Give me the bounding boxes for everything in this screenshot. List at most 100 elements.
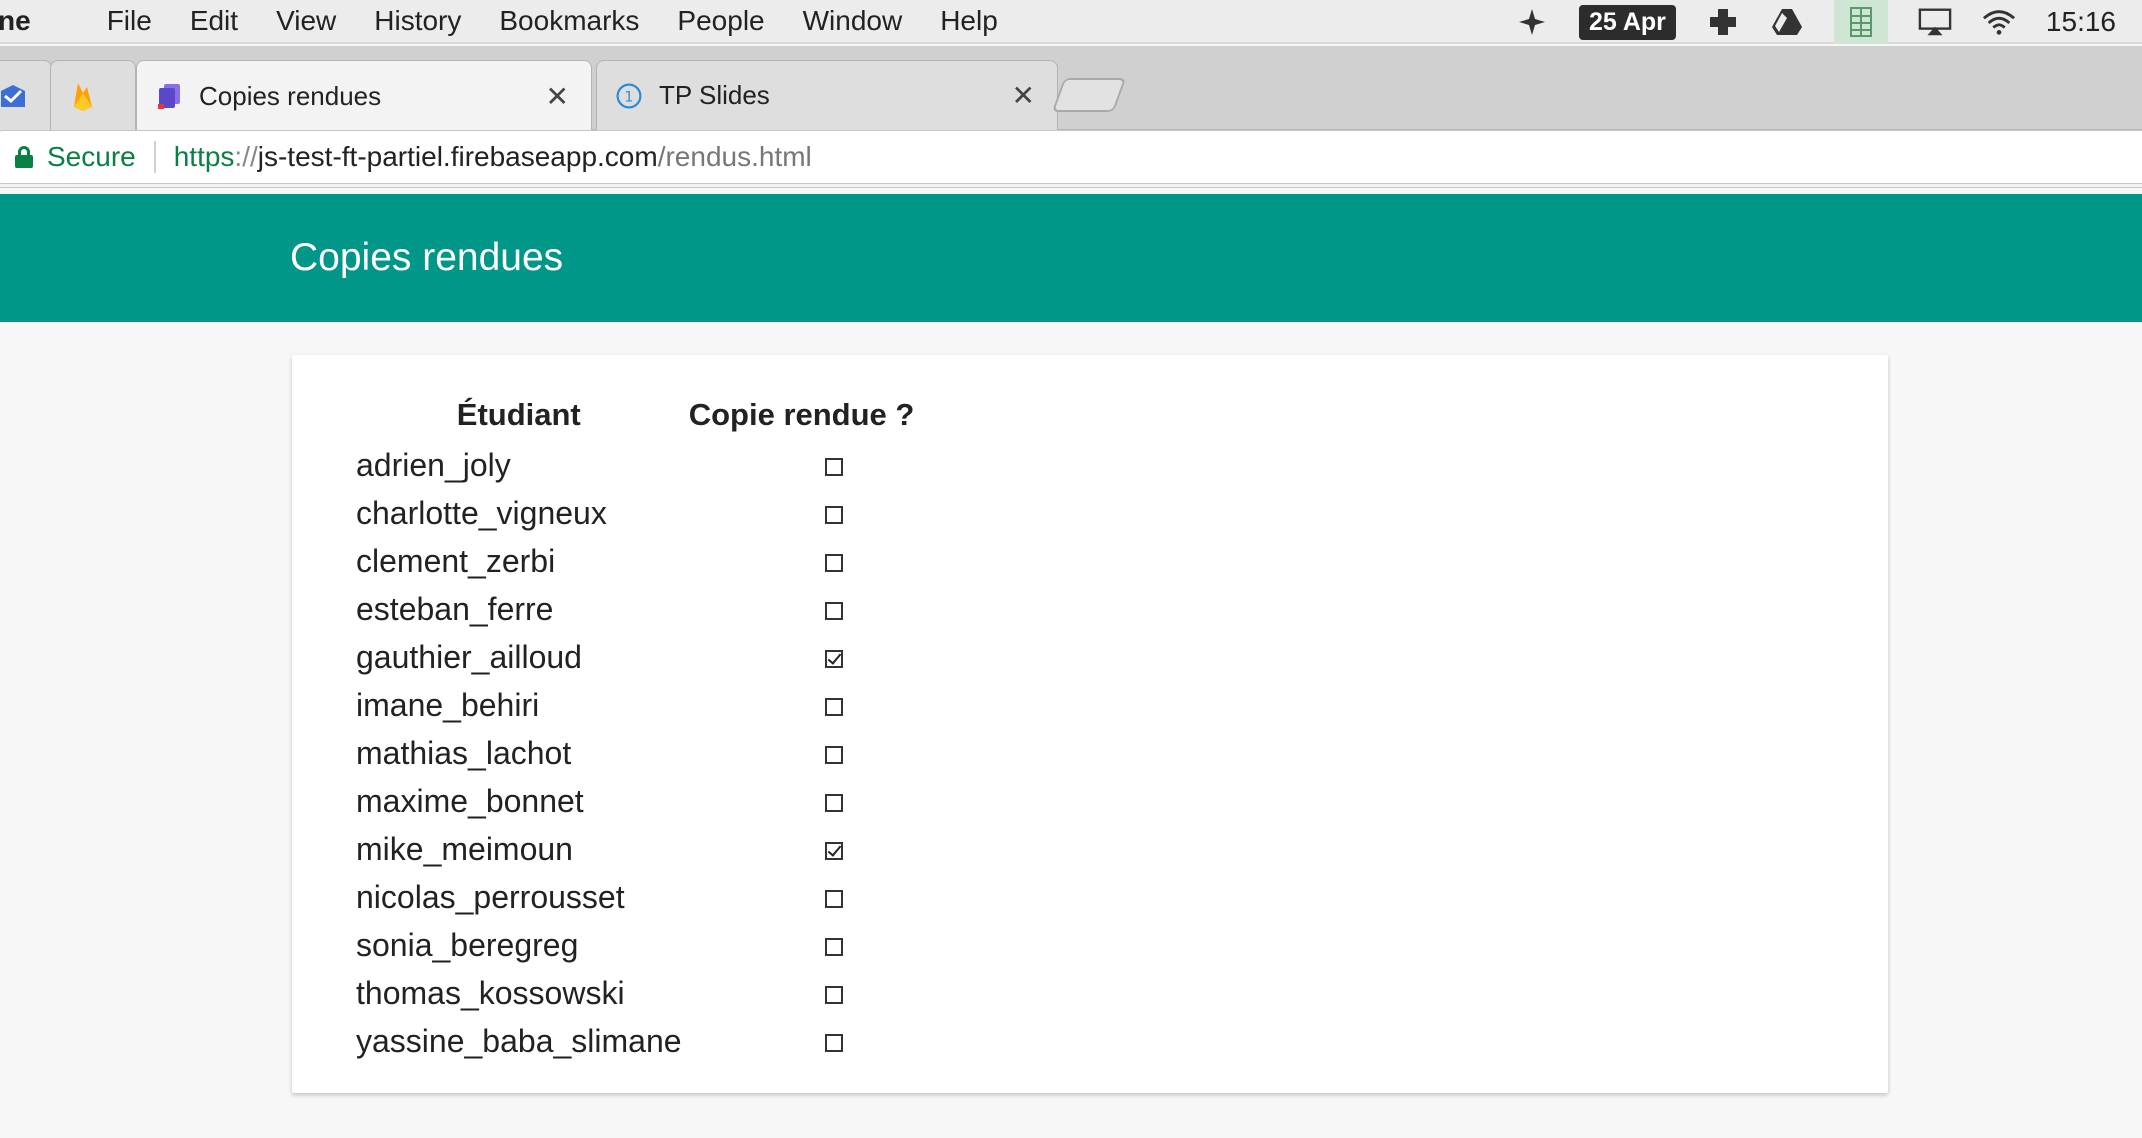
- unchecked-checkbox[interactable]: [824, 746, 843, 765]
- airplay-icon[interactable]: [1918, 6, 1952, 38]
- table-row: sonia_beregreg: [356, 921, 922, 969]
- unchecked-checkbox[interactable]: [824, 794, 843, 813]
- unchecked-checkbox[interactable]: [824, 554, 843, 573]
- unchecked-checkbox[interactable]: [824, 938, 843, 957]
- roster-card: Étudiant Copie rendue ? adrien_jolycharl…: [292, 355, 1888, 1093]
- close-icon[interactable]: ✕: [1012, 79, 1035, 112]
- submitted-cell: [682, 681, 922, 729]
- table-row: clement_zerbi: [356, 537, 922, 585]
- submitted-cell: [682, 873, 922, 921]
- submitted-cell: [682, 825, 922, 873]
- macos-menu-bar: ne File Edit View History Bookmarks Peop…: [0, 0, 2142, 44]
- menu-bookmarks[interactable]: Bookmarks: [499, 5, 639, 37]
- student-name: esteban_ferre: [356, 590, 554, 627]
- table-row: nicolas_perrousset: [356, 873, 922, 921]
- date-badge[interactable]: 25 Apr: [1579, 4, 1676, 40]
- tab-inbox[interactable]: [0, 60, 52, 130]
- lock-icon[interactable]: [15, 146, 33, 168]
- page-title: Copies rendues: [290, 236, 564, 279]
- url-host: js-test-ft-partiel.firebaseapp.com: [257, 141, 658, 172]
- unchecked-checkbox[interactable]: [824, 458, 843, 477]
- firebase-icon: [69, 82, 97, 111]
- new-tab-button[interactable]: [1051, 78, 1127, 112]
- submitted-cell: [682, 969, 922, 1017]
- inbox-icon: [0, 82, 27, 110]
- table-row: yassine_baba_slimane: [356, 1017, 922, 1065]
- copies-icon: [155, 82, 183, 110]
- url-scheme: https: [173, 141, 235, 172]
- table-row: charlotte_vigneux: [356, 489, 922, 537]
- student-name: sonia_beregreg: [356, 926, 579, 963]
- unchecked-checkbox[interactable]: [824, 890, 843, 909]
- unchecked-checkbox[interactable]: [824, 602, 843, 621]
- unchecked-checkbox[interactable]: [824, 986, 843, 1005]
- url-omnibox[interactable]: Secure https://js-test-ft-partiel.fireba…: [0, 130, 2142, 184]
- menu-view[interactable]: View: [276, 5, 336, 37]
- url-text[interactable]: https://js-test-ft-partiel.firebaseapp.c…: [174, 141, 812, 173]
- url-separator: ://: [234, 141, 258, 172]
- student-name: nicolas_perrousset: [356, 878, 625, 915]
- menu-help[interactable]: Help: [940, 5, 998, 37]
- table-row: maxime_bonnet: [356, 777, 922, 825]
- clock[interactable]: 15:16: [2046, 6, 2116, 38]
- tab-strip: Copies rendues ✕ 1 TP Slides ✕: [0, 46, 2142, 131]
- svg-text:1: 1: [625, 89, 634, 105]
- submitted-cell: [682, 537, 922, 585]
- wifi-icon[interactable]: [1982, 6, 2016, 38]
- student-name: gauthier_ailloud: [356, 638, 582, 675]
- plus-cross-icon[interactable]: [1706, 6, 1740, 38]
- column-header-student: Étudiant: [456, 397, 581, 432]
- checked-checkbox[interactable]: [824, 842, 843, 861]
- table-header-row: Étudiant Copie rendue ?: [356, 389, 922, 441]
- submitted-cell: [682, 441, 922, 489]
- menu-people[interactable]: People: [677, 5, 764, 37]
- menubar-tray: 25 Apr 15:16: [1515, 0, 2116, 44]
- table-row: imane_behiri: [356, 681, 922, 729]
- submitted-cell: [682, 585, 922, 633]
- student-name: yassine_baba_slimane: [356, 1022, 682, 1059]
- student-name: mathias_lachot: [356, 734, 572, 771]
- app-header: Copies rendues: [0, 194, 2142, 322]
- student-name: charlotte_vigneux: [356, 494, 607, 531]
- student-name: mike_meimoun: [356, 830, 573, 867]
- student-name: clement_zerbi: [356, 542, 556, 579]
- url-path: /rendus.html: [657, 141, 812, 172]
- unchecked-checkbox[interactable]: [824, 698, 843, 717]
- checked-checkbox[interactable]: [824, 650, 843, 669]
- table-row: adrien_joly: [356, 441, 922, 489]
- tab-firebase[interactable]: [50, 60, 136, 130]
- submitted-cell: [682, 1017, 922, 1065]
- submitted-cell: [682, 729, 922, 777]
- submitted-cell: [682, 489, 922, 537]
- unchecked-checkbox[interactable]: [824, 506, 843, 525]
- student-name: thomas_kossowski: [356, 974, 625, 1011]
- google-drive-icon[interactable]: [1770, 6, 1804, 38]
- table-row: esteban_ferre: [356, 585, 922, 633]
- unchecked-checkbox[interactable]: [824, 1034, 843, 1053]
- tab-title: TP Slides: [659, 80, 770, 110]
- tab-title: Copies rendues: [199, 80, 382, 111]
- menu-file[interactable]: File: [107, 5, 152, 37]
- sheets-icon[interactable]: [1833, 0, 1888, 44]
- table-row: mathias_lachot: [356, 729, 922, 777]
- submitted-cell: [682, 633, 922, 681]
- slides-icon: 1: [615, 82, 643, 110]
- roster-table: Étudiant Copie rendue ? adrien_jolycharl…: [356, 389, 922, 1065]
- menu-app-name[interactable]: ne: [0, 5, 31, 37]
- secure-label[interactable]: Secure: [47, 141, 156, 173]
- table-row: gauthier_ailloud: [356, 633, 922, 681]
- table-row: mike_meimoun: [356, 825, 922, 873]
- student-name: adrien_joly: [356, 446, 511, 483]
- tab-tp-slides[interactable]: 1 TP Slides ✕: [596, 60, 1058, 130]
- tab-copies-rendues[interactable]: Copies rendues ✕: [136, 60, 592, 131]
- menu-history[interactable]: History: [374, 5, 461, 37]
- menu-window[interactable]: Window: [803, 5, 903, 37]
- menu-edit[interactable]: Edit: [190, 5, 238, 37]
- student-name: imane_behiri: [356, 686, 540, 723]
- pinwheel-icon[interactable]: [1515, 6, 1549, 38]
- roster-body: adrien_joly charlotte_vigneux clement_zerb…: [356, 441, 922, 1065]
- submitted-cell: [682, 921, 922, 969]
- close-icon[interactable]: ✕: [546, 80, 569, 113]
- submitted-cell: [682, 777, 922, 825]
- student-name: maxime_bonnet: [356, 782, 584, 819]
